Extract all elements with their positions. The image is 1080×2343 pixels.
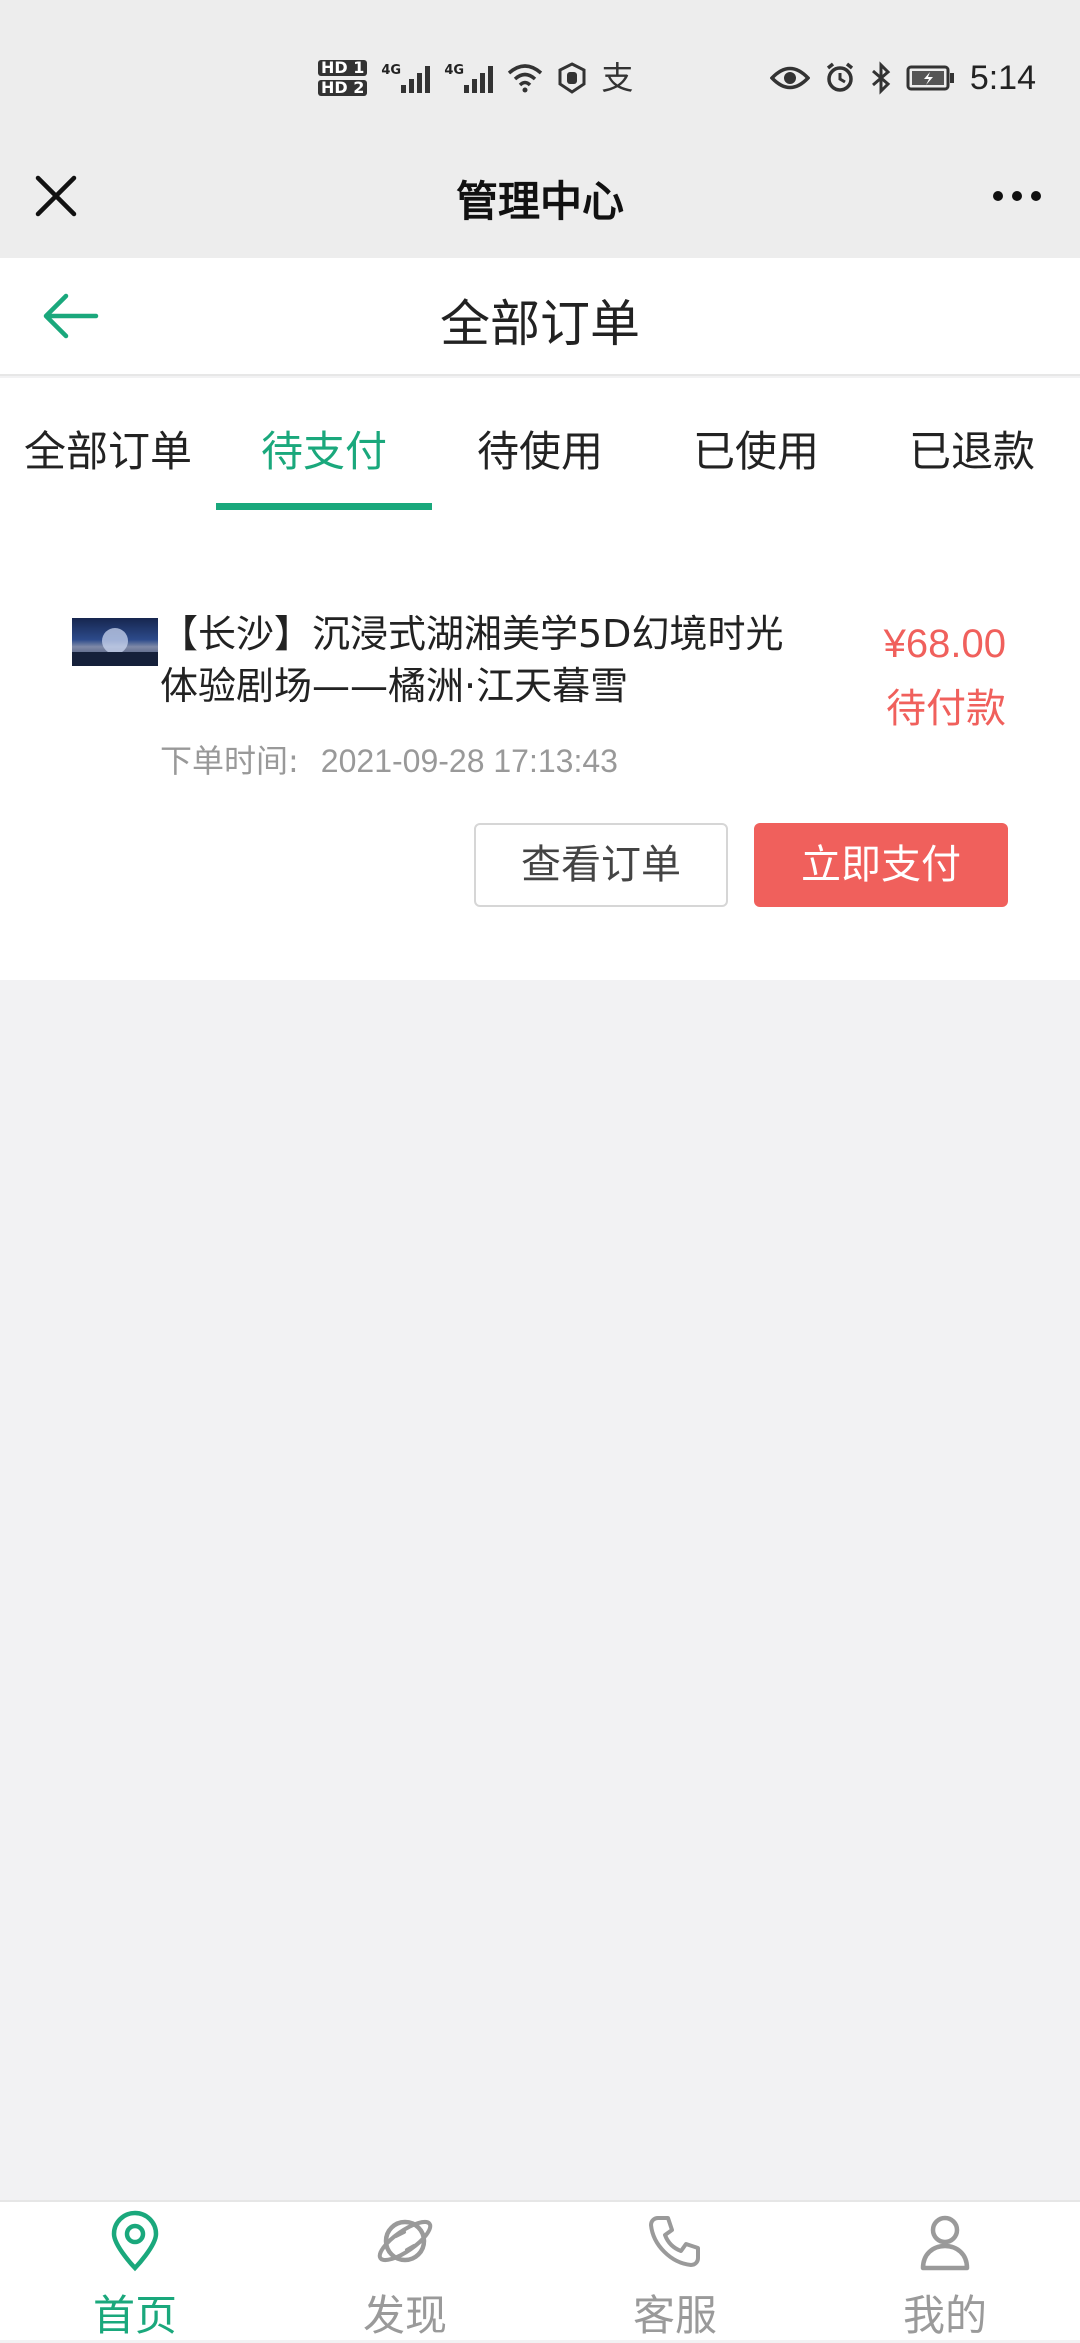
miniprogram-header: 管理中心 <box>0 150 1080 258</box>
phone-icon <box>649 2216 700 2267</box>
status-right-group: 5:14 <box>769 48 1036 108</box>
nav-service-label: 客服 <box>632 2291 717 2340</box>
status-time: 5:14 <box>969 58 1036 97</box>
hand-shield-icon <box>558 62 586 94</box>
nav-mine-label: 我的 <box>902 2291 987 2340</box>
user-icon <box>920 2215 970 2271</box>
order-card[interactable]: 【长沙】沉浸式湖湘美学5D幻境时光体验剧场——橘洲·江天暮雪 ¥68.00 待付… <box>0 512 1080 980</box>
nav-mine[interactable]: 我的 <box>810 2202 1080 2342</box>
tab-pending-payment[interactable]: 待支付 <box>216 378 432 512</box>
pay-now-button[interactable]: 立即支付 <box>754 823 1008 907</box>
nav-discover-label: 发现 <box>362 2291 447 2340</box>
planet-icon <box>377 2219 433 2263</box>
order-tabs: 全部订单 待支付 待使用 已使用 已退款 <box>0 378 1080 512</box>
more-icon[interactable] <box>982 168 1052 224</box>
tab-used[interactable]: 已使用 <box>648 378 864 512</box>
payment-app-icon: ⽀ <box>601 59 634 97</box>
status-left-group: HD 1 HD 2 4G 4G ⽀ <box>318 48 633 108</box>
order-time-label: 下单时间: <box>160 742 299 780</box>
order-thumbnail <box>72 618 158 666</box>
status-bar: HD 1 HD 2 4G 4G ⽀ 5:14 <box>0 0 1080 150</box>
view-order-button[interactable]: 查看订单 <box>474 823 728 907</box>
hd2-badge: HD 2 <box>318 80 368 96</box>
bottom-nav: 首页 发现 客服 我的 <box>0 2200 1080 2340</box>
page-title: 全部订单 <box>440 295 640 353</box>
signal-1-icon: 4G <box>381 63 431 93</box>
order-time-value: 2021-09-28 17:13:43 <box>320 743 618 779</box>
tab-refunded[interactable]: 已退款 <box>864 378 1080 512</box>
miniprogram-title: 管理中心 <box>455 177 624 226</box>
location-pin-icon <box>111 2210 159 2272</box>
eye-icon <box>769 66 810 90</box>
battery-icon <box>906 65 954 91</box>
bluetooth-icon <box>871 61 891 95</box>
page-navbar: 全部订单 <box>0 258 1080 376</box>
nav-home[interactable]: 首页 <box>0 2202 270 2342</box>
order-price: ¥68.00 <box>883 622 1006 666</box>
alarm-icon <box>826 62 853 92</box>
wifi-icon <box>508 64 543 93</box>
signal-2-icon: 4G <box>444 63 494 93</box>
tab-all-orders[interactable]: 全部订单 <box>0 378 216 512</box>
network-type-1: 4G <box>381 63 402 78</box>
network-type-2: 4G <box>444 63 465 78</box>
hd1-badge: HD 1 <box>318 60 368 76</box>
nav-home-label: 首页 <box>92 2291 177 2340</box>
nav-service[interactable]: 客服 <box>540 2202 810 2342</box>
order-status: 待付款 <box>886 686 1006 732</box>
nav-discover[interactable]: 发现 <box>270 2202 540 2342</box>
order-title: 【长沙】沉浸式湖湘美学5D幻境时光体验剧场——橘洲·江天暮雪 <box>160 612 784 708</box>
tab-to-use[interactable]: 待使用 <box>432 378 648 512</box>
order-time: 下单时间: 2021-09-28 17:13:43 <box>160 736 618 782</box>
hd-badges: HD 1 HD 2 <box>318 60 368 96</box>
